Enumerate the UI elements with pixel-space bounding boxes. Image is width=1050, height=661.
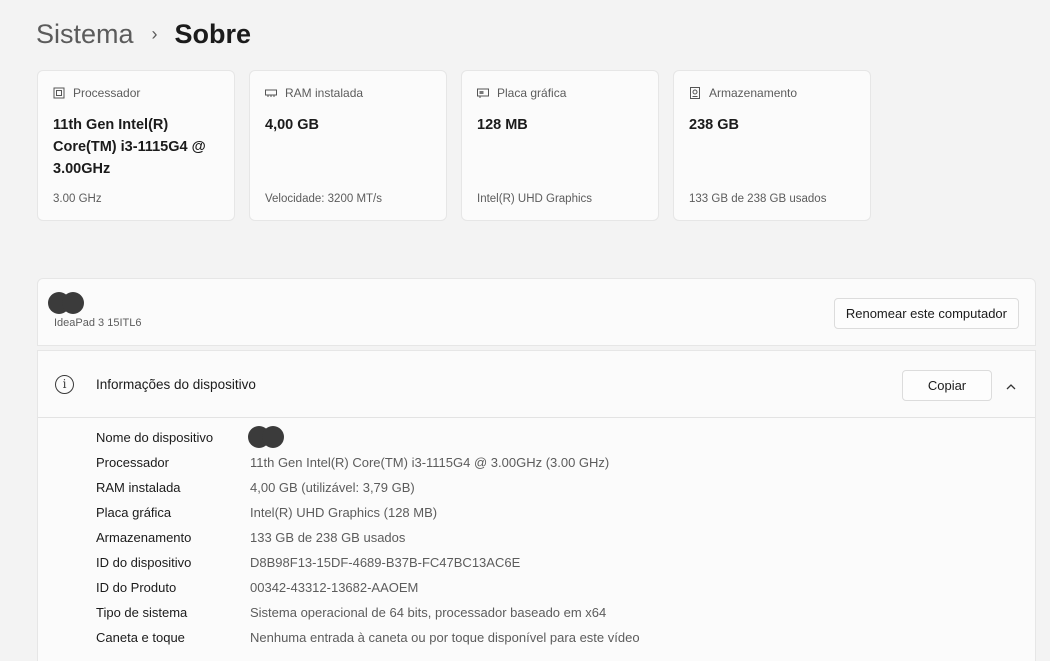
- spec-sub: Velocidade: 3200 MT/s: [265, 193, 382, 205]
- spec-value: 128 MB: [477, 117, 528, 133]
- rename-computer-button[interactable]: Renomear este computador: [833, 298, 1019, 329]
- spec-value: 238 GB: [689, 117, 739, 133]
- redacted-device-name-value: [248, 426, 284, 448]
- spec-sub: 3.00 GHz: [53, 193, 102, 205]
- ram-icon: [265, 87, 277, 99]
- info-row-storage: Armazenamento 133 GB de 238 GB usados: [38, 525, 1035, 550]
- spec-card-ram: RAM instalada 4,00 GB Velocidade: 3200 M…: [249, 70, 447, 221]
- info-label: Nome do dispositivo: [96, 430, 214, 445]
- info-value: Intel(R) UHD Graphics (128 MB): [250, 505, 438, 520]
- info-row-pen-touch: Caneta e toque Nenhuma entrada à caneta …: [38, 625, 1035, 650]
- info-row-graphics: Placa gráfica Intel(R) UHD Graphics (128…: [38, 500, 1035, 525]
- info-label: RAM instalada: [96, 480, 181, 495]
- info-label: Tipo de sistema: [96, 605, 188, 620]
- processor-icon: [53, 87, 65, 99]
- info-value: D8B98F13-15DF-4689-B37B-FC47BC13AC6E: [250, 555, 521, 570]
- info-value: 00342-43312-13682-AAOEM: [250, 580, 419, 595]
- redacted-device-name: [48, 292, 84, 314]
- breadcrumb-sistema[interactable]: Sistema: [36, 19, 134, 50]
- info-label: ID do Produto: [96, 580, 177, 595]
- info-value: 133 GB de 238 GB usados: [250, 530, 406, 545]
- info-label: Placa gráfica: [96, 505, 172, 520]
- info-value: 11th Gen Intel(R) Core(TM) i3-1115G4 @ 3…: [250, 455, 610, 470]
- storage-icon: [689, 87, 701, 99]
- device-info-header[interactable]: i Informações do dispositivo Copiar: [38, 351, 1035, 418]
- chevron-right-icon: ›: [151, 23, 158, 44]
- device-name-bar: IdeaPad 3 15ITL6 Renomear este computado…: [37, 278, 1036, 346]
- page-title: Sobre: [174, 18, 252, 49]
- info-label: Processador: [96, 455, 169, 470]
- info-row-processor: Processador 11th Gen Intel(R) Core(TM) i…: [38, 450, 1035, 475]
- device-info-section: i Informações do dispositivo Copiar Nome…: [37, 350, 1036, 661]
- spec-sub: Intel(R) UHD Graphics: [477, 193, 593, 205]
- info-icon: i: [55, 375, 74, 394]
- info-value: Sistema operacional de 64 bits, processa…: [250, 605, 607, 620]
- info-row-product-id: ID do Produto 00342-43312-13682-AAOEM: [38, 575, 1035, 600]
- graphics-card-icon: [477, 87, 489, 99]
- device-info-title: Informações do dispositivo: [96, 377, 256, 392]
- chevron-up-icon[interactable]: [1006, 379, 1016, 390]
- info-label: Caneta e toque: [96, 630, 185, 645]
- breadcrumb: Sistema › Sobre: [36, 16, 251, 52]
- spec-label: Processador: [73, 86, 141, 100]
- spec-value: 11th Gen Intel(R) Core(TM) i3-1115G4 @ 3…: [53, 117, 206, 177]
- info-label: ID do dispositivo: [96, 555, 192, 570]
- spec-sub: 133 GB de 238 GB usados: [689, 193, 827, 205]
- spec-cards: Processador 11th Gen Intel(R) Core(TM) i…: [37, 70, 871, 221]
- info-label: Armazenamento: [96, 530, 192, 545]
- spec-label: RAM instalada: [285, 86, 364, 100]
- spec-card-graphics: Placa gráfica 128 MB Intel(R) UHD Graphi…: [461, 70, 659, 221]
- info-row-device-id: ID do dispositivo D8B98F13-15DF-4689-B37…: [38, 550, 1035, 575]
- spec-card-storage: Armazenamento 238 GB 133 GB de 238 GB us…: [673, 70, 871, 221]
- copy-button[interactable]: Copiar: [902, 370, 992, 401]
- info-row-device-name: Nome do dispositivo: [38, 425, 1035, 450]
- info-row-ram: RAM instalada 4,00 GB (utilizável: 3,79 …: [38, 475, 1035, 500]
- device-info-rows: Nome do dispositivo Processador 11th Gen…: [38, 425, 1035, 650]
- spec-card-processor: Processador 11th Gen Intel(R) Core(TM) i…: [37, 70, 235, 221]
- info-value: 4,00 GB (utilizável: 3,79 GB): [250, 480, 415, 495]
- spec-label: Armazenamento: [709, 86, 798, 100]
- info-value: Nenhuma entrada à caneta ou por toque di…: [250, 630, 640, 645]
- spec-label: Placa gráfica: [497, 86, 567, 100]
- device-model: IdeaPad 3 15ITL6: [54, 317, 142, 329]
- spec-value: 4,00 GB: [265, 117, 319, 133]
- info-row-system-type: Tipo de sistema Sistema operacional de 6…: [38, 600, 1035, 625]
